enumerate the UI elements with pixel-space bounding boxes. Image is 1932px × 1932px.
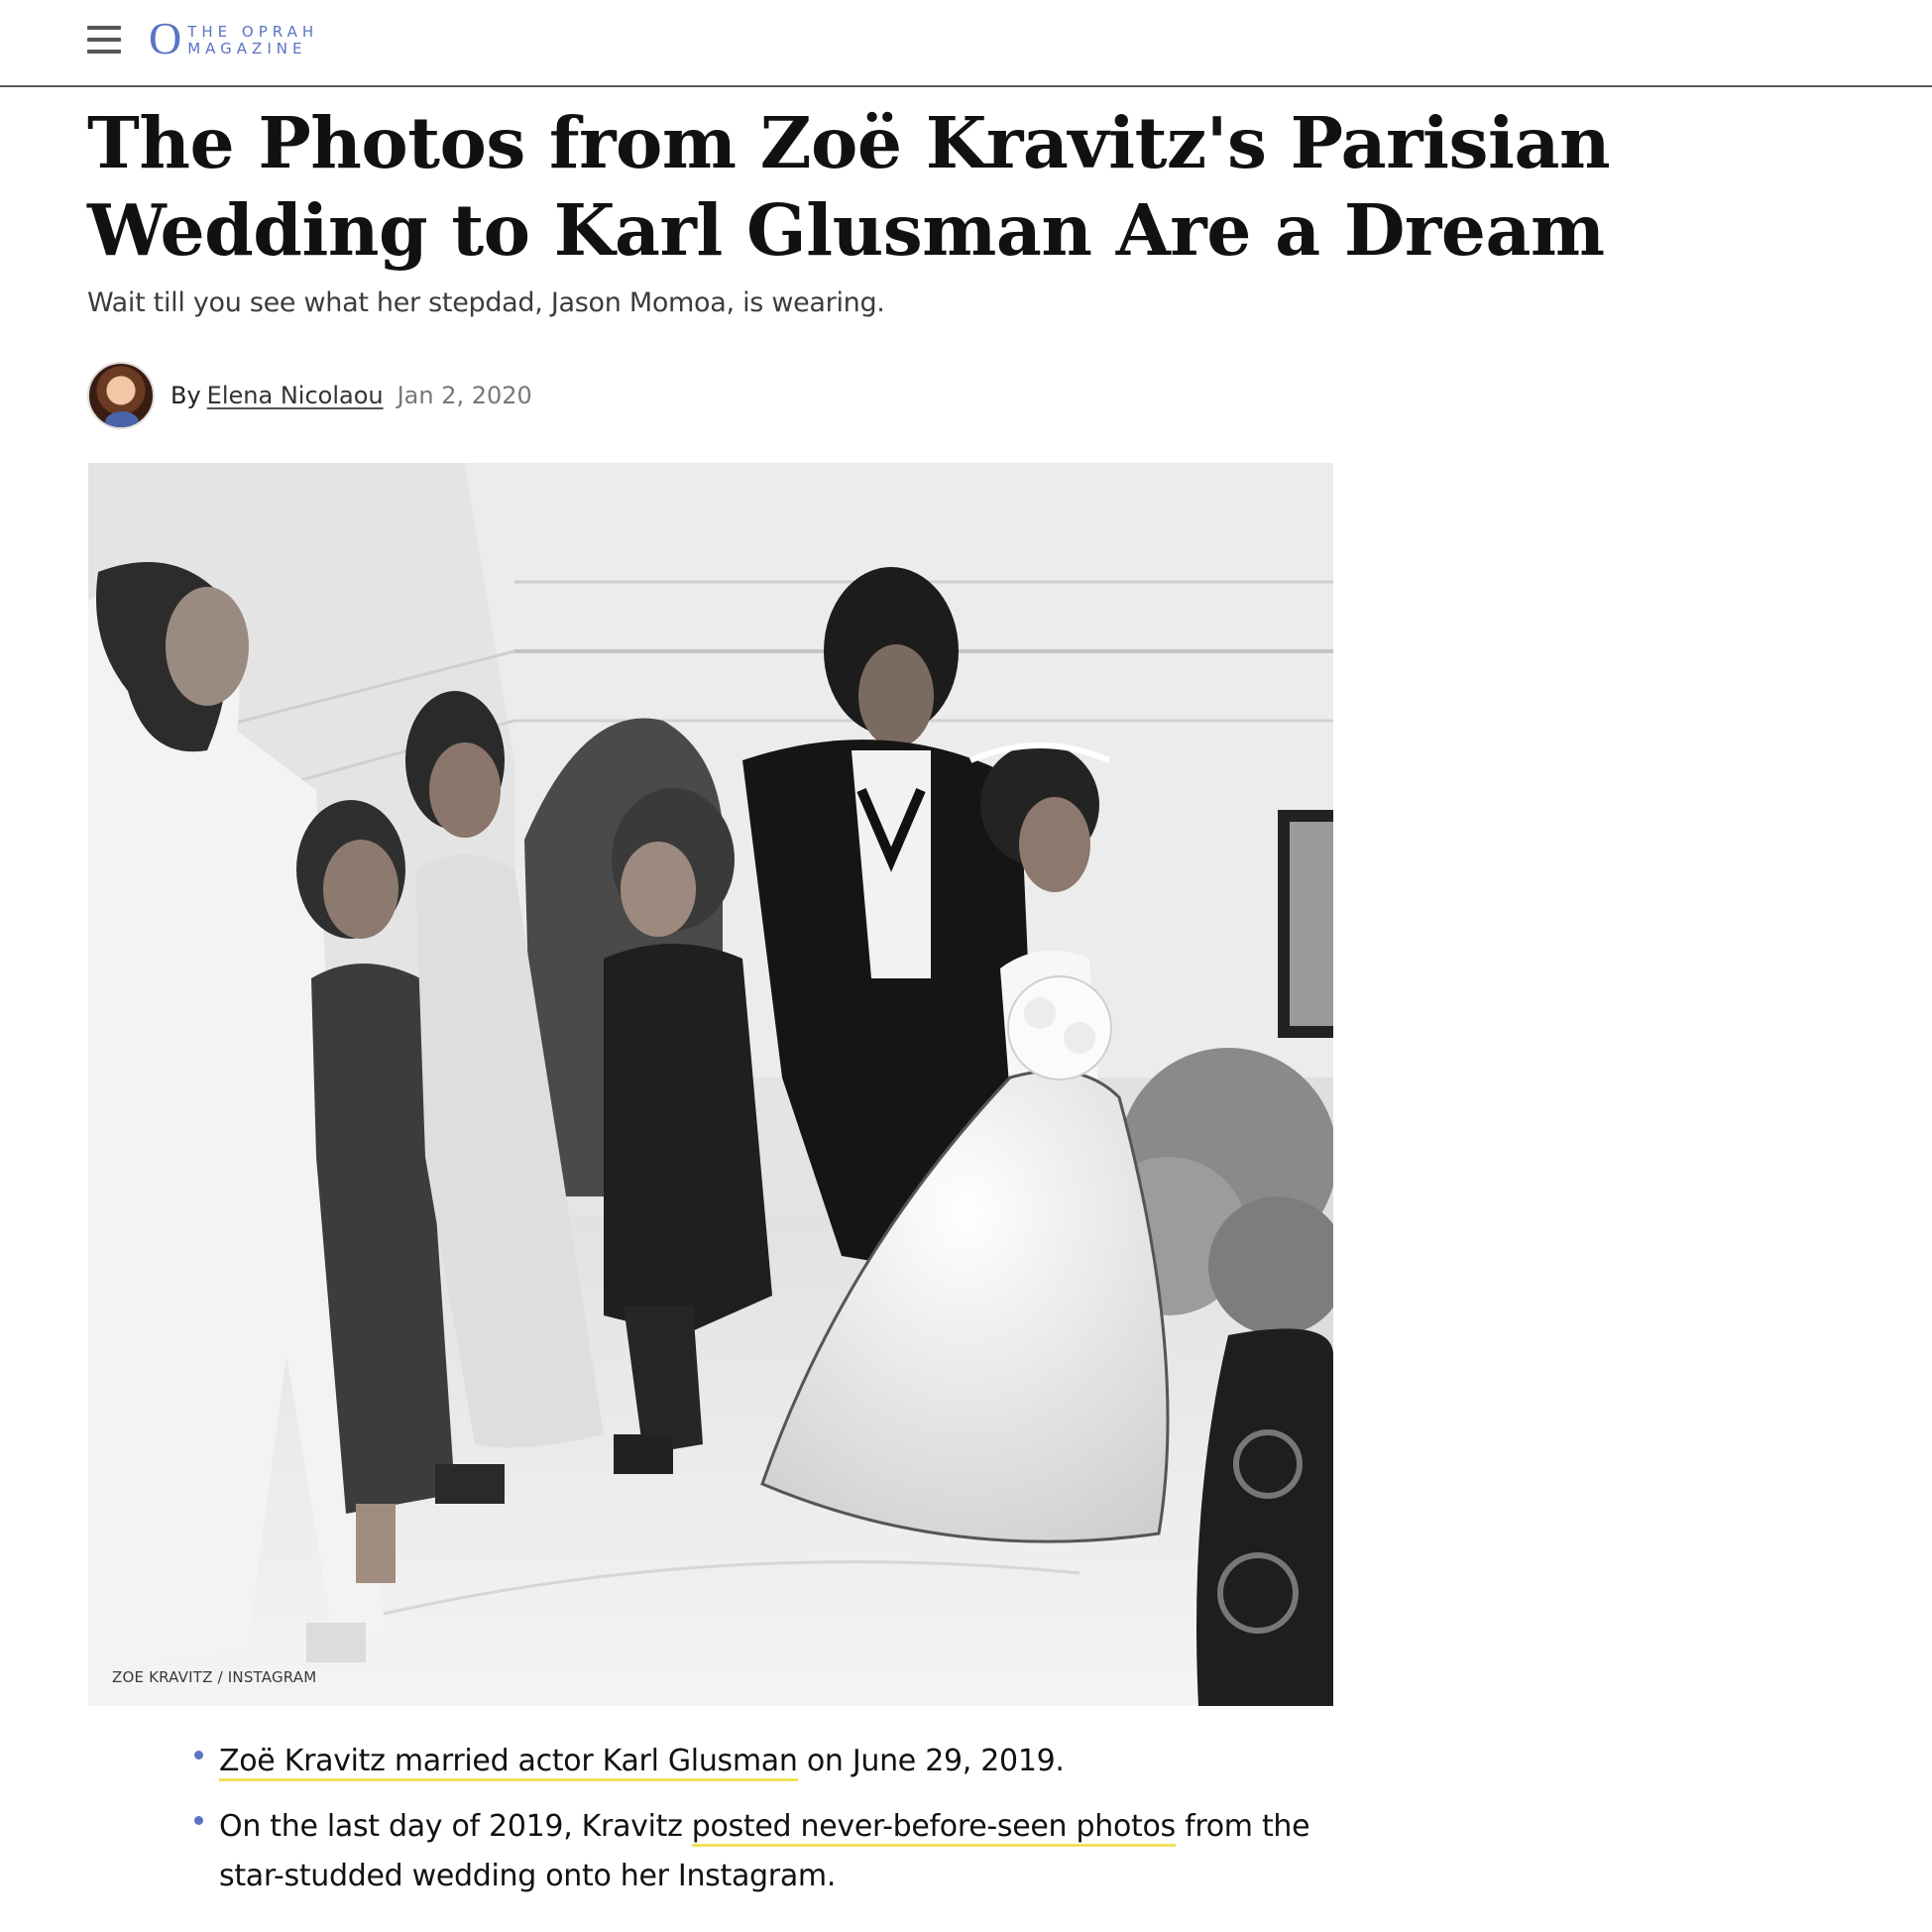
photo-credit: ZOE KRAVITZ / INSTAGRAM: [112, 1668, 317, 1686]
bullet-dot-icon: [194, 1751, 203, 1760]
logo-line-1: THE OPRAH: [187, 23, 319, 41]
bullet-text: on June 29, 2019.: [797, 1744, 1065, 1778]
list-item: On the last day of 2019, Kravitz posted …: [188, 1802, 1328, 1901]
menu-line: [87, 38, 121, 42]
byline-prefix: By: [170, 382, 201, 409]
logo-line-2: MAGAZINE: [187, 40, 307, 57]
menu-line: [87, 26, 121, 30]
site-header: O THE OPRAH MAGAZINE: [0, 0, 1932, 87]
hamburger-menu-icon[interactable]: [87, 24, 121, 56]
byline: By Elena Nicolaou Jan 2, 2020: [87, 361, 532, 430]
lead-image[interactable]: ZOE KRAVITZ / INSTAGRAM: [88, 463, 1333, 1706]
menu-line: [87, 50, 121, 54]
bullet-dot-icon: [194, 1816, 203, 1825]
instagram-photos-link[interactable]: posted never-before-seen photos: [691, 1809, 1176, 1847]
article-headline: The Photos from Zoë Kravitz's Parisian W…: [87, 101, 1611, 272]
logo-wordmark: THE OPRAH MAGAZINE: [187, 24, 318, 57]
publish-date: Jan 2, 2020: [397, 382, 532, 409]
bullet-text: On the last day of 2019, Kravitz: [219, 1809, 692, 1844]
key-points-list: Zoë Kravitz married actor Karl Glusman o…: [188, 1737, 1328, 1917]
wedding-photo-illustration: [88, 463, 1333, 1706]
wedding-link[interactable]: Zoë Kravitz married actor Karl Glusman: [219, 1744, 798, 1781]
logo-mark: O: [149, 13, 182, 63]
site-logo[interactable]: O THE OPRAH MAGAZINE: [149, 13, 318, 63]
list-item: Zoë Kravitz married actor Karl Glusman o…: [188, 1737, 1328, 1786]
author-avatar[interactable]: [87, 362, 155, 429]
author-link[interactable]: Elena Nicolaou: [207, 382, 384, 409]
article-dek: Wait till you see what her stepdad, Jaso…: [87, 287, 885, 318]
